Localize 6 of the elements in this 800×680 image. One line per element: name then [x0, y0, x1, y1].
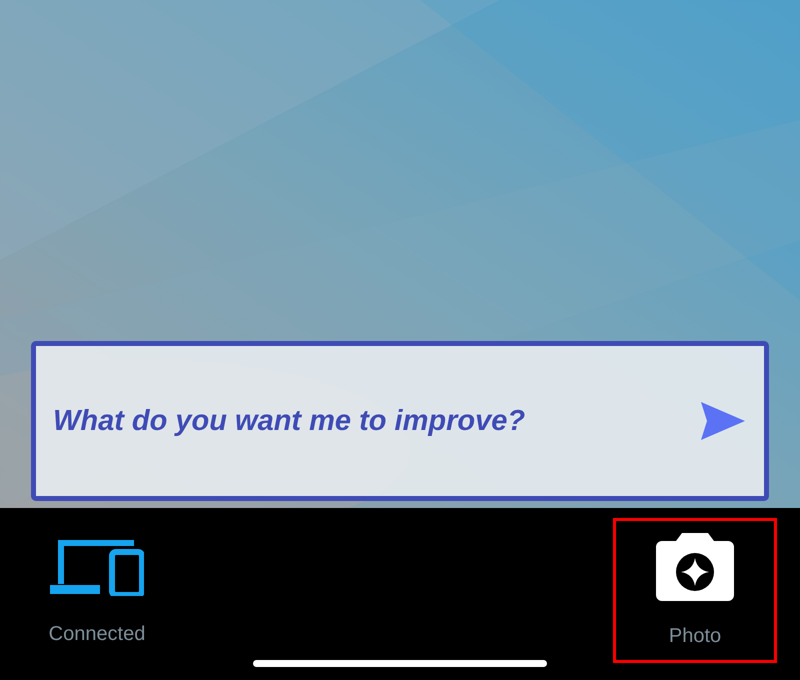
- send-icon: [701, 402, 745, 440]
- nav-tab[interactable]: Photo: [613, 518, 777, 663]
- send-button[interactable]: [701, 402, 745, 440]
- camera-icon: [656, 533, 734, 601]
- prompt-field[interactable]: What do you want me to improve?: [31, 341, 769, 501]
- nav-tab[interactable]: Connected: [15, 518, 179, 663]
